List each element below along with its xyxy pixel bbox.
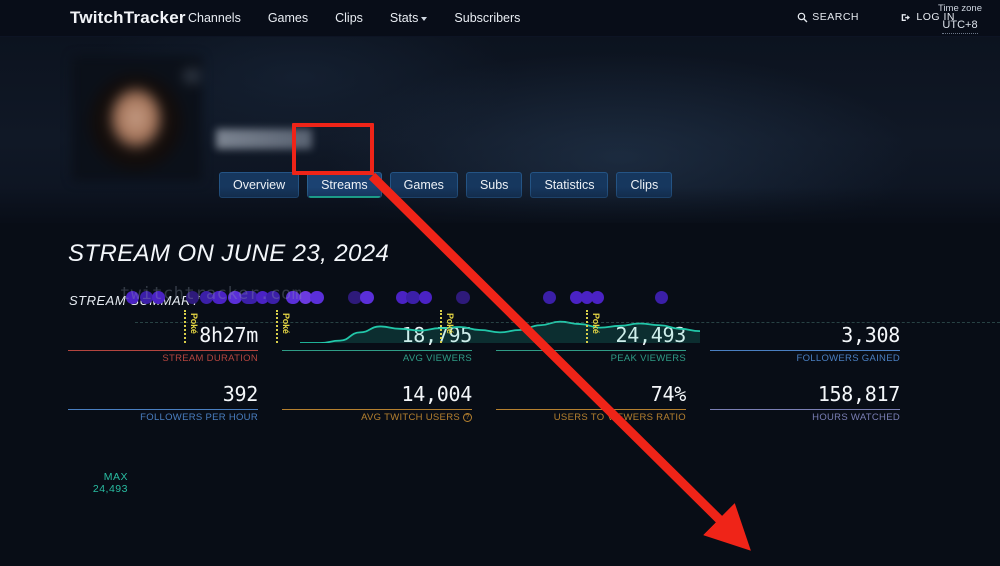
nav-item-games[interactable]: Games (268, 11, 308, 25)
stat-label-text: HOURS WATCHED (812, 412, 900, 423)
stat-row-2: 392 FOLLOWERS PER HOUR 14,004 AVG TWITCH… (68, 382, 930, 441)
stat-label-text: STREAM DURATION (162, 353, 258, 364)
main-nav-links: Channels Games Clips Stats Subscribers (188, 11, 520, 25)
game-marker-dot (419, 291, 432, 304)
stat-underline (496, 350, 686, 351)
game-marker-dot (591, 291, 604, 304)
stat-label-text: AVG VIEWERS (402, 353, 472, 364)
search-button-label: SEARCH (812, 11, 859, 23)
game-change-marker: Poké (440, 310, 455, 343)
stat-hours-watched: 158,817 HOURS WATCHED (710, 382, 900, 441)
game-change-label: Poké (445, 313, 455, 334)
nav-item-stats-label: Stats (389, 11, 419, 25)
stat-underline (68, 350, 258, 351)
nav-item-channels[interactable]: Channels (188, 11, 241, 25)
stat-label: AVG VIEWERS (282, 353, 472, 364)
stat-value: 74% (650, 382, 687, 406)
stat-underline (282, 350, 472, 351)
stat-value: 158,817 (817, 382, 900, 406)
search-icon (797, 12, 808, 22)
stat-underline (282, 409, 472, 410)
tab-games[interactable]: Games (389, 172, 458, 198)
help-icon[interactable]: ? (463, 413, 472, 422)
timezone-selector[interactable]: Time zone UTC+8 (924, 3, 996, 34)
stat-label: HOURS WATCHED (710, 412, 900, 423)
stat-underline (710, 350, 900, 351)
game-marker-dot (310, 291, 324, 304)
game-change-marker: Poké (276, 310, 291, 343)
stat-label: PEAK VIEWERS (496, 353, 686, 364)
stat-value: 14,004 (401, 382, 473, 406)
stat-label: STREAM DURATION (68, 353, 258, 364)
chart-max-text: MAX (103, 471, 128, 483)
main-content: STREAM ON JUNE 23, 2024 STREAM SUMMARY 8… (0, 223, 1000, 566)
stat-label-text: FOLLOWERS PER HOUR (140, 412, 258, 423)
stat-underline (68, 409, 258, 410)
stat-label: AVG TWITCH USERS? (282, 412, 472, 423)
game-change-marker: Poké (184, 310, 199, 343)
stat-followers-per-hour: 392 FOLLOWERS PER HOUR (68, 382, 258, 441)
stat-users-to-viewers-ratio: 74% USERS TO VIEWERS RATIO (496, 382, 686, 441)
nav-item-stats[interactable]: Stats (390, 11, 428, 25)
channel-name-redacted (216, 129, 312, 149)
top-navigation-bar: TwitchTracker Channels Games Clips Stats… (0, 0, 1000, 37)
page-root: TwitchTracker Channels Games Clips Stats… (0, 0, 1000, 566)
stat-label-text: FOLLOWERS GAINED (796, 353, 900, 364)
login-icon (902, 13, 911, 21)
stat-underline (496, 409, 686, 410)
tab-subs[interactable]: Subs (465, 172, 523, 198)
tab-statistics[interactable]: Statistics (530, 172, 609, 198)
game-marker-dot (406, 291, 420, 304)
stat-label-text: USERS TO VIEWERS RATIO (553, 412, 686, 423)
stat-label: USERS TO VIEWERS RATIO (496, 412, 686, 423)
chart-max-gridline (135, 322, 1000, 323)
profile-tab-bar: Overview Streams Games Subs Statistics C… (219, 172, 673, 198)
game-marker-dot (655, 291, 668, 304)
site-logo[interactable]: TwitchTracker (70, 8, 186, 28)
timezone-label: Time zone (938, 3, 982, 14)
site-watermark: twitchtracker.com (120, 284, 303, 304)
search-button[interactable]: SEARCH (797, 11, 859, 23)
channel-hero-banner: Overview Streams Games Subs Statistics C… (0, 37, 1000, 223)
game-change-marker: Poké (586, 310, 601, 343)
timezone-value[interactable]: UTC+8 (942, 18, 978, 34)
game-change-label: Poké (281, 313, 291, 334)
game-marker-dot (456, 291, 470, 304)
nav-item-subscribers[interactable]: Subscribers (454, 11, 520, 25)
stat-label: FOLLOWERS PER HOUR (68, 412, 258, 423)
viewer-line-series (300, 320, 701, 343)
stat-avg-twitch-users: 14,004 AVG TWITCH USERS? (282, 382, 472, 441)
tab-clips[interactable]: Clips (616, 172, 673, 198)
chevron-down-icon (421, 16, 428, 21)
stat-label-text: PEAK VIEWERS (610, 353, 686, 364)
game-change-label: Poké (189, 313, 199, 334)
chart-max-label: MAX 24,493 (68, 471, 128, 495)
page-title: STREAM ON JUNE 23, 2024 (68, 240, 390, 267)
tab-overview[interactable]: Overview (219, 172, 300, 198)
nav-item-clips[interactable]: Clips (335, 11, 363, 25)
chart-max-value: 24,493 (92, 483, 128, 495)
stat-label-text: AVG TWITCH USERS (361, 412, 460, 423)
chart-plot-area: Poké Poké Poké Poké (0, 310, 1000, 343)
game-change-label: Poké (591, 313, 601, 334)
tab-streams[interactable]: Streams (307, 172, 382, 198)
avatar (72, 56, 202, 181)
stat-underline (710, 409, 900, 410)
game-marker-dot (543, 291, 556, 304)
stat-label: FOLLOWERS GAINED (710, 353, 900, 364)
stat-value: 392 (222, 382, 259, 406)
game-marker-dot (360, 291, 374, 304)
